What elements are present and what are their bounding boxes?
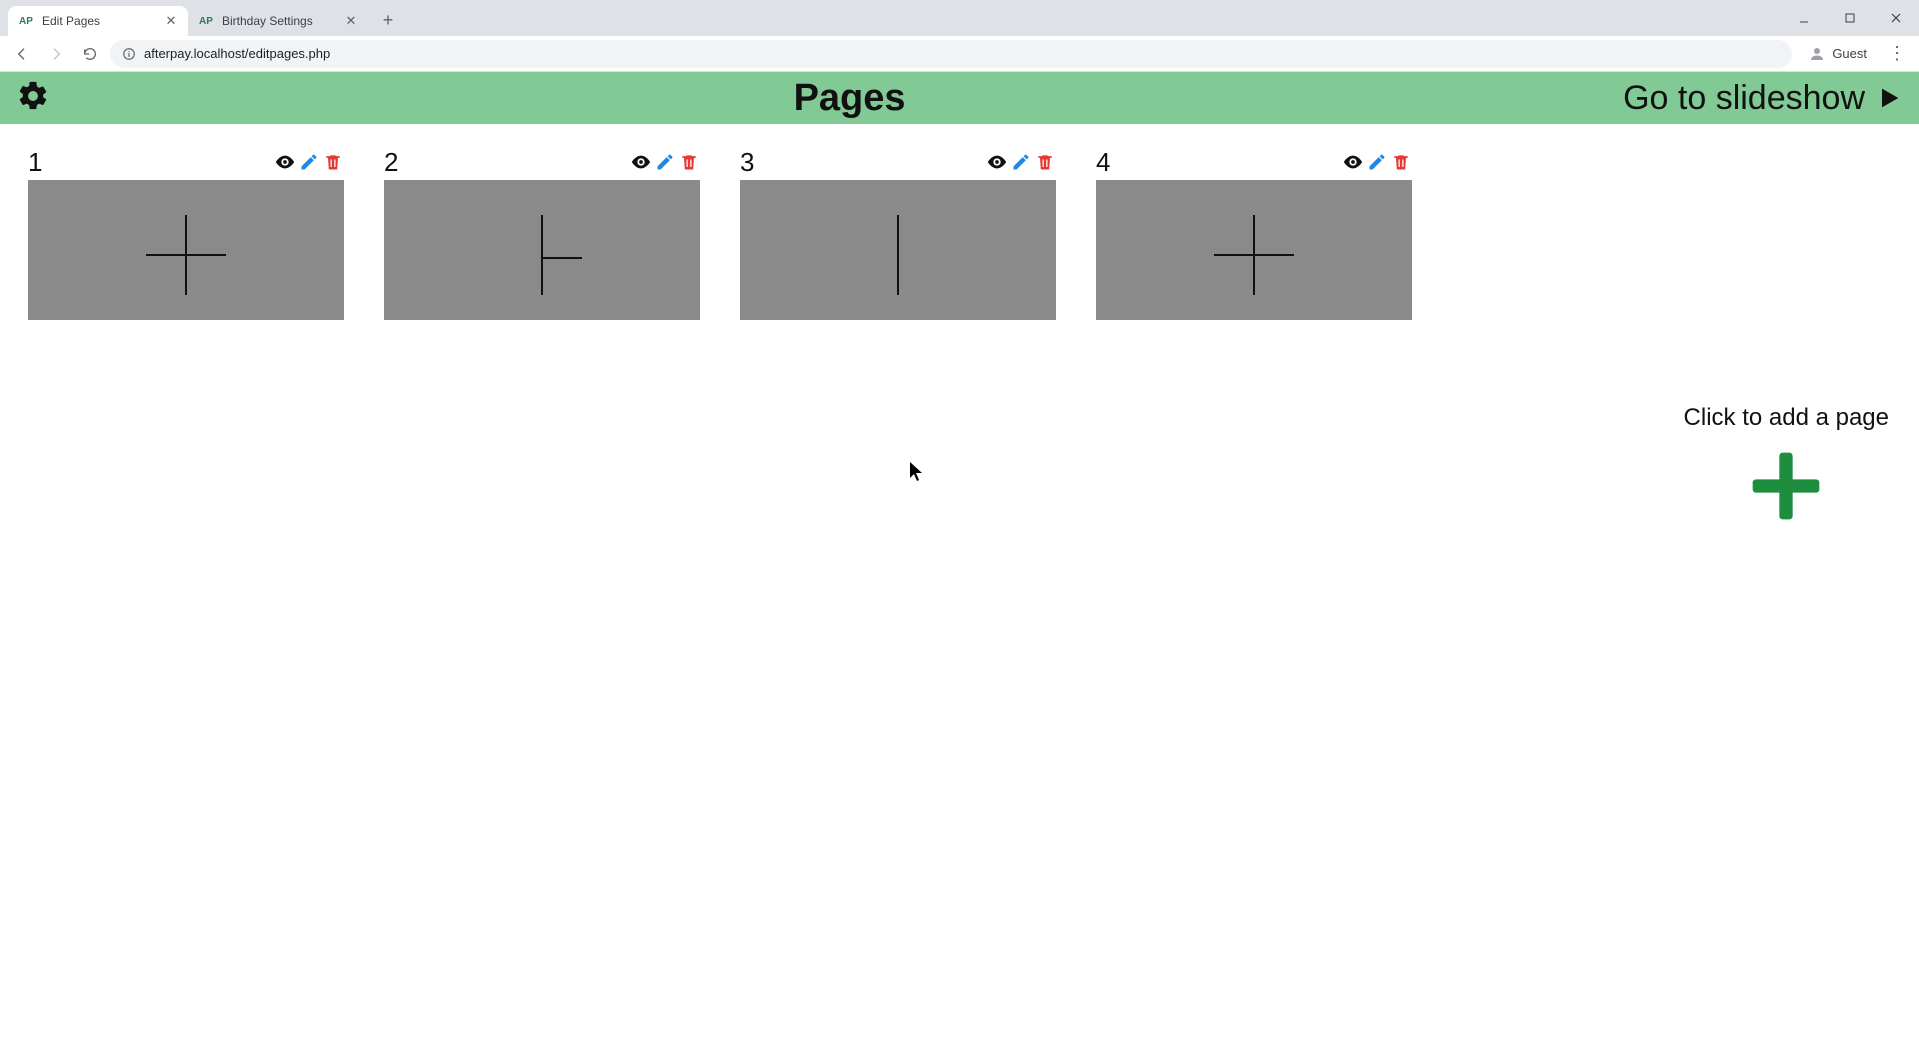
edit-button[interactable] <box>654 151 676 173</box>
eye-icon <box>630 151 652 173</box>
url-input[interactable]: afterpay.localhost/editpages.php <box>110 40 1792 68</box>
cursor-icon <box>910 462 924 482</box>
delete-button[interactable] <box>1390 151 1412 173</box>
edit-button[interactable] <box>1366 151 1388 173</box>
pencil-icon <box>1011 152 1031 172</box>
tab-birthday-settings[interactable]: AP Birthday Settings ✕ <box>188 6 368 36</box>
edit-button[interactable] <box>298 151 320 173</box>
url-text: afterpay.localhost/editpages.php <box>144 46 330 61</box>
close-tab-icon[interactable]: ✕ <box>164 14 178 28</box>
favicon-icon: AP <box>18 13 34 29</box>
slideshow-label: Go to slideshow <box>1623 79 1865 118</box>
card-header: 2 <box>384 148 700 176</box>
add-page-label: Click to add a page <box>1684 404 1889 432</box>
eye-icon <box>1342 151 1364 173</box>
new-tab-button[interactable]: + <box>374 6 402 34</box>
layout-t-icon <box>384 180 700 320</box>
page-thumbnail[interactable] <box>384 180 700 320</box>
eye-icon <box>274 151 296 173</box>
reload-button[interactable] <box>76 40 104 68</box>
page-number: 2 <box>384 147 398 178</box>
page-card: 2 <box>384 148 700 320</box>
trash-icon <box>323 152 343 172</box>
add-page-section: Click to add a page <box>1684 404 1889 531</box>
layout-cross-icon <box>28 180 344 320</box>
profile-button[interactable]: Guest <box>1798 40 1877 68</box>
profile-label: Guest <box>1832 46 1867 61</box>
view-button[interactable] <box>986 151 1008 173</box>
page-number: 4 <box>1096 147 1110 178</box>
delete-button[interactable] <box>678 151 700 173</box>
pages-grid: 1 2 <box>0 124 1919 344</box>
plus-icon <box>1746 446 1826 526</box>
tab-title: Birthday Settings <box>222 14 336 28</box>
site-info-icon[interactable] <box>122 47 136 61</box>
tab-edit-pages[interactable]: AP Edit Pages ✕ <box>8 6 188 36</box>
back-button[interactable] <box>8 40 36 68</box>
go-to-slideshow-button[interactable]: Go to slideshow <box>1623 79 1903 118</box>
maximize-button[interactable] <box>1827 3 1873 33</box>
add-page-button[interactable] <box>1746 446 1826 531</box>
minimize-button[interactable] <box>1781 3 1827 33</box>
pencil-icon <box>299 152 319 172</box>
page-thumbnail[interactable] <box>1096 180 1412 320</box>
edit-button[interactable] <box>1010 151 1032 173</box>
page-card: 3 <box>740 148 1056 320</box>
page-thumbnail[interactable] <box>28 180 344 320</box>
card-header: 3 <box>740 148 1056 176</box>
window-controls <box>1781 0 1919 36</box>
app-header: Pages Go to slideshow <box>0 72 1919 124</box>
close-tab-icon[interactable]: ✕ <box>344 14 358 28</box>
settings-button[interactable] <box>16 79 50 118</box>
view-button[interactable] <box>274 151 296 173</box>
trash-icon <box>679 152 699 172</box>
pencil-icon <box>1367 152 1387 172</box>
page-card: 4 <box>1096 148 1412 320</box>
delete-button[interactable] <box>322 151 344 173</box>
card-actions <box>986 151 1056 173</box>
card-header: 4 <box>1096 148 1412 176</box>
tab-strip: AP Edit Pages ✕ AP Birthday Settings ✕ + <box>0 0 1919 36</box>
layout-cross-icon <box>1096 180 1412 320</box>
trash-icon <box>1035 152 1055 172</box>
page-thumbnail[interactable] <box>740 180 1056 320</box>
view-button[interactable] <box>630 151 652 173</box>
browser-chrome: AP Edit Pages ✕ AP Birthday Settings ✕ + <box>0 0 1919 72</box>
page-number: 1 <box>28 147 42 178</box>
play-icon <box>1875 84 1903 112</box>
card-actions <box>1342 151 1412 173</box>
view-button[interactable] <box>1342 151 1364 173</box>
page-card: 1 <box>28 148 344 320</box>
trash-icon <box>1391 152 1411 172</box>
page-number: 3 <box>740 147 754 178</box>
browser-menu-button[interactable]: ⋮ <box>1883 40 1911 68</box>
layout-vline-icon <box>740 180 1056 320</box>
card-actions <box>274 151 344 173</box>
card-actions <box>630 151 700 173</box>
favicon-icon: AP <box>198 13 214 29</box>
page-title: Pages <box>76 77 1623 120</box>
tab-title: Edit Pages <box>42 14 156 28</box>
eye-icon <box>986 151 1008 173</box>
address-bar: afterpay.localhost/editpages.php Guest ⋮ <box>0 36 1919 72</box>
gear-icon <box>16 79 50 113</box>
card-header: 1 <box>28 148 344 176</box>
user-icon <box>1808 45 1826 63</box>
close-window-button[interactable] <box>1873 3 1919 33</box>
forward-button[interactable] <box>42 40 70 68</box>
delete-button[interactable] <box>1034 151 1056 173</box>
pencil-icon <box>655 152 675 172</box>
